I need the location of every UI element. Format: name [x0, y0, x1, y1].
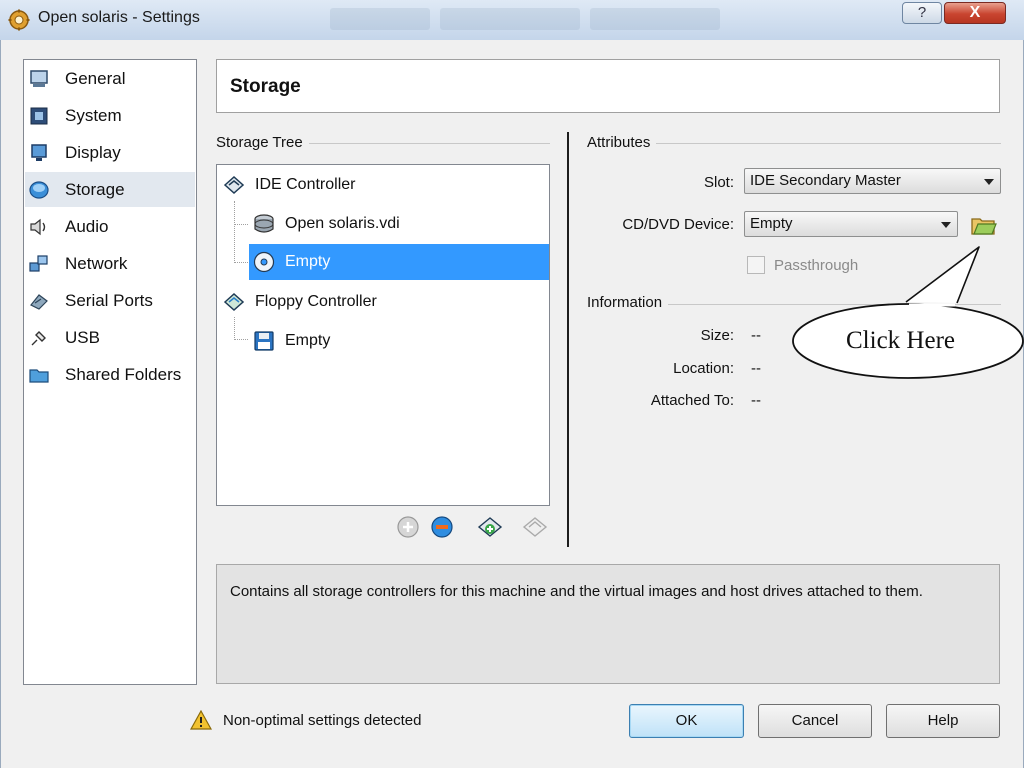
warning-icon	[190, 710, 212, 730]
background-tab-ghost	[330, 8, 430, 30]
background-tab-ghost	[590, 8, 720, 30]
callout-text: Click Here	[846, 327, 955, 354]
page-title: Storage	[230, 76, 301, 97]
warning-text[interactable]: Non-optimal settings detected	[223, 712, 421, 729]
folder-icon	[29, 368, 49, 383]
chevron-down-icon	[984, 179, 994, 185]
size-label: Size:	[700, 327, 734, 344]
cd-icon	[253, 251, 275, 273]
attached-to-label: Attached To:	[650, 392, 734, 409]
tree-connector	[234, 317, 235, 340]
floppy-controller-icon	[223, 292, 245, 312]
monitor-icon	[30, 69, 48, 87]
remove-attachment-icon[interactable]	[429, 514, 455, 540]
sidebar-item-label: Serial Ports	[65, 290, 153, 310]
click-here-callout	[792, 246, 1024, 379]
storage-tree[interactable]: IDE Controller Open solaris.vdi Empty Fl…	[216, 164, 550, 506]
tree-connector	[234, 201, 235, 263]
pane-splitter[interactable]	[567, 132, 569, 547]
sidebar-item-serial-ports[interactable]: Serial Ports	[25, 283, 195, 318]
usb-plug-icon	[31, 330, 46, 345]
hard-disk-icon	[254, 214, 274, 233]
slot-label: Slot:	[703, 174, 734, 191]
tree-node-label: Empty	[285, 253, 331, 270]
sidebar-item-label: USB	[65, 327, 100, 347]
title-bar: Open solaris - Settings ? X	[0, 0, 1024, 40]
slot-combobox[interactable]: IDE Secondary Master	[744, 168, 1001, 194]
display-icon	[31, 143, 47, 161]
description-box: Contains all storage controllers for thi…	[216, 564, 1000, 684]
network-icon	[29, 254, 48, 272]
background-tab-ghost	[440, 8, 580, 30]
device-value: Empty	[750, 215, 793, 232]
tree-node-label: IDE Controller	[255, 176, 356, 193]
tree-node-label: Open solaris.vdi	[285, 215, 400, 232]
location-value: --	[751, 360, 761, 377]
passthrough-checkbox[interactable]	[747, 256, 765, 274]
sidebar-item-usb[interactable]: USB	[25, 320, 195, 355]
tree-node-label: Empty	[285, 332, 331, 349]
sidebar-item-label: System	[65, 105, 122, 125]
tree-connector	[234, 224, 248, 225]
remove-controller-icon[interactable]	[522, 514, 548, 540]
cd-dvd-device-label: CD/DVD Device:	[622, 216, 734, 233]
settings-gear-icon	[8, 9, 30, 31]
chevron-down-icon	[941, 222, 951, 228]
tree-node-hard-disk[interactable]: Open solaris.vdi	[253, 206, 400, 242]
close-button[interactable]: X	[944, 2, 1006, 24]
sidebar-item-label: General	[65, 68, 126, 88]
chip-icon	[30, 107, 48, 124]
settings-sidebar: General System Display Storage Audio Net…	[23, 59, 197, 685]
add-controller-icon[interactable]	[477, 514, 503, 540]
description-text: Contains all storage controllers for thi…	[230, 583, 923, 600]
settings-dialog: General System Display Storage Audio Net…	[0, 40, 1024, 768]
add-attachment-icon[interactable]	[395, 514, 421, 540]
sidebar-item-general[interactable]: General	[25, 61, 195, 96]
size-value: --	[751, 327, 761, 344]
title-help-button[interactable]: ?	[902, 2, 942, 24]
tree-node-floppy-controller[interactable]: Floppy Controller	[223, 284, 377, 320]
sidebar-item-label: Display	[65, 142, 121, 162]
sidebar-item-label: Audio	[65, 216, 109, 236]
tree-connector	[234, 339, 248, 340]
window-title: Open solaris - Settings	[38, 9, 200, 26]
location-label: Location:	[673, 360, 734, 377]
serial-port-icon	[30, 293, 48, 310]
tree-node-label: Floppy Controller	[255, 293, 377, 310]
sidebar-item-display[interactable]: Display	[25, 135, 195, 170]
tree-node-cd-empty[interactable]: Empty	[249, 244, 549, 280]
sidebar-item-shared-folders[interactable]: Shared Folders	[25, 357, 195, 392]
sidebar-item-label: Storage	[65, 179, 125, 199]
slot-value: IDE Secondary Master	[750, 172, 901, 189]
sidebar-item-audio[interactable]: Audio	[25, 209, 195, 244]
tree-node-floppy-empty[interactable]: Empty	[253, 323, 330, 359]
storage-tree-group-title: Storage Tree	[216, 134, 309, 151]
attributes-group-title: Attributes	[587, 134, 657, 151]
tree-node-ide-controller[interactable]: IDE Controller	[223, 167, 355, 203]
storage-disk-icon	[29, 180, 49, 199]
section-header: Storage	[216, 59, 1000, 113]
help-button[interactable]: Help	[886, 704, 1000, 738]
attached-to-value: --	[751, 392, 761, 409]
floppy-disk-icon	[254, 331, 274, 351]
ide-controller-icon	[223, 175, 245, 195]
sidebar-item-storage[interactable]: Storage	[25, 172, 195, 207]
sidebar-item-network[interactable]: Network	[25, 246, 195, 281]
speaker-icon	[30, 218, 46, 235]
tree-connector	[234, 262, 248, 263]
sidebar-item-label: Shared Folders	[65, 364, 182, 384]
information-group-title: Information	[587, 294, 669, 311]
sidebar-item-system[interactable]: System	[25, 98, 195, 133]
sidebar-item-label: Network	[65, 253, 128, 273]
ok-button[interactable]: OK	[629, 704, 744, 738]
cancel-button[interactable]: Cancel	[758, 704, 872, 738]
